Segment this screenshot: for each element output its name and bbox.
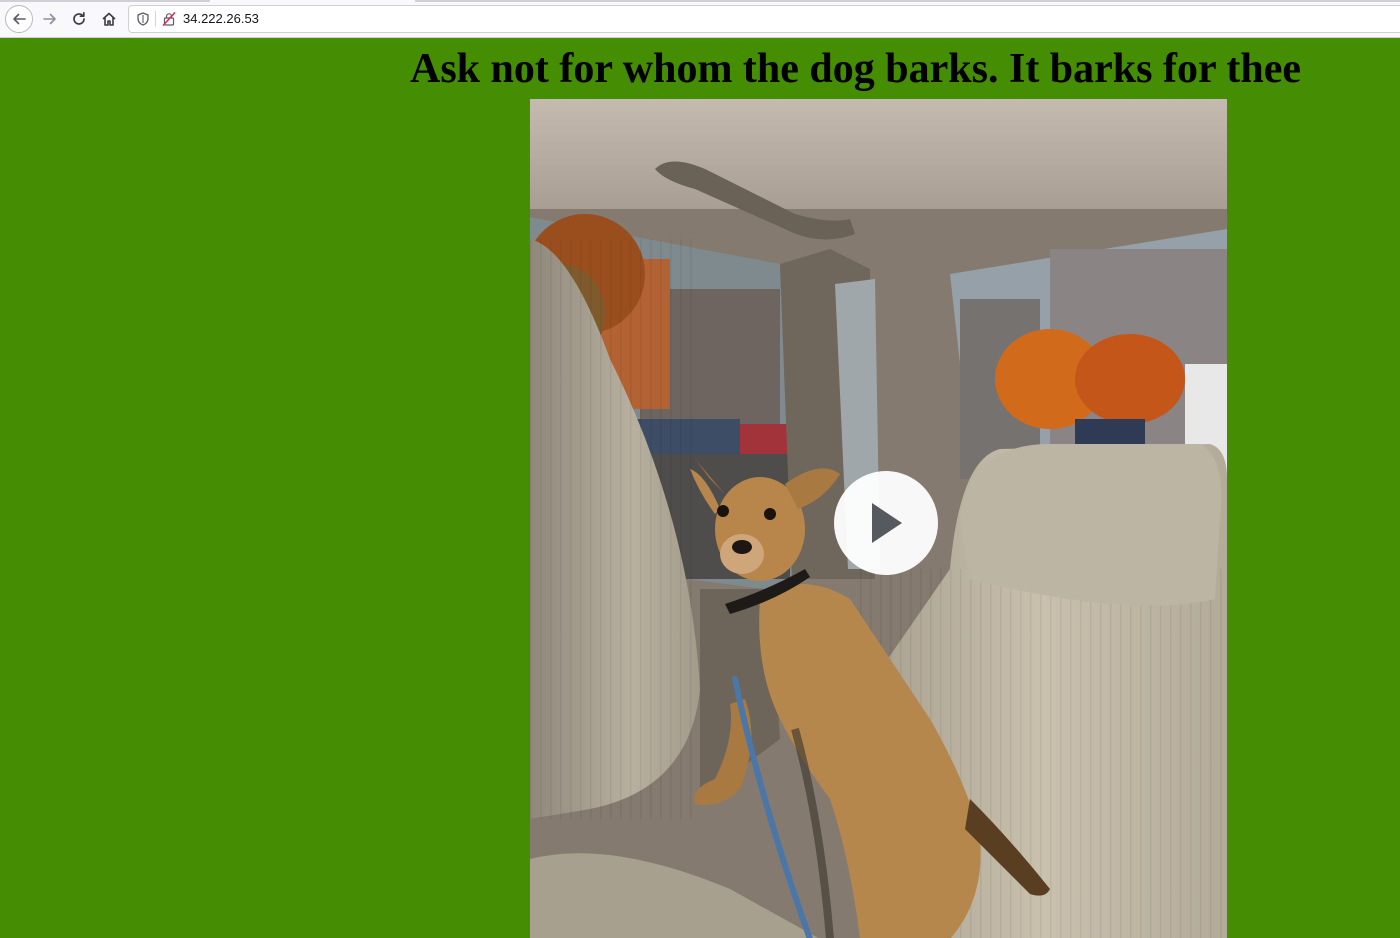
home-icon [102,12,116,26]
reload-icon [73,11,85,25]
url-text[interactable]: 34.222.26.53 [183,11,259,27]
tab-strip-edge [415,0,1400,2]
page-body: Ask not for whom the dog barks. It barks… [0,38,1400,938]
reload-button[interactable] [65,5,93,33]
arrow-left-icon [13,13,26,25]
arrow-right-icon [43,13,56,25]
url-bar-divider [155,11,156,27]
play-button[interactable] [834,471,938,575]
insecure-lock-icon[interactable] [162,12,176,26]
tab-strip-edge [0,0,210,2]
dog-video[interactable] [530,99,1227,938]
browser-toolbar: 34.222.26.53 [0,0,1400,38]
shield-icon[interactable] [136,12,150,26]
address-bar[interactable]: 34.222.26.53 [128,5,1400,33]
page-heading: Ask not for whom the dog barks. It barks… [410,46,1302,92]
play-icon [872,503,902,543]
back-button[interactable] [5,5,33,33]
home-button[interactable] [95,5,123,33]
forward-button[interactable] [36,5,64,33]
